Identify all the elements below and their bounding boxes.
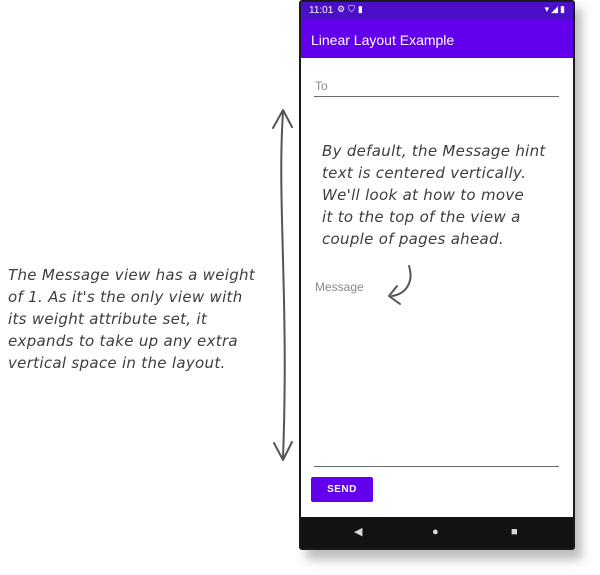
vertical-extent-arrow xyxy=(280,111,286,459)
status-time: 11:01 xyxy=(309,5,334,16)
home-icon[interactable]: ● xyxy=(432,526,439,538)
message-hint: Message xyxy=(315,280,364,294)
phone-screen: 11:01 ⚙⛉▮ ▾◢▮ Linear Layout Example To M… xyxy=(301,2,573,548)
to-field[interactable]: To xyxy=(314,78,559,97)
shield-icon: ⛉ xyxy=(348,4,358,14)
annotation-line: vertical space in the layout. xyxy=(8,354,226,372)
annotation-line: We'll look at how to move xyxy=(322,186,525,204)
annotation-line: couple of pages ahead. xyxy=(322,230,504,248)
gear-icon: ⚙ xyxy=(337,4,349,14)
annotation-message-hint: By default, the Message hint text is cen… xyxy=(322,140,562,250)
annotation-line: it to the top of the view a xyxy=(322,208,521,226)
annotation-line: The Message view has a weight xyxy=(8,266,256,284)
annotation-line: of 1. As it's the only view with xyxy=(8,288,243,306)
annotation-line: By default, the Message hint xyxy=(322,142,546,160)
status-right-icons: ▾◢▮ xyxy=(545,4,567,15)
annotation-line: expands to take up any extra xyxy=(8,332,238,350)
back-icon[interactable]: ◀ xyxy=(354,526,362,538)
to-hint: To xyxy=(315,79,328,93)
sd-card-icon: ▮ xyxy=(357,4,366,14)
annotation-line: its weight attribute set, it xyxy=(8,310,208,328)
app-title: Linear Layout Example xyxy=(311,32,455,48)
send-button[interactable]: SEND xyxy=(311,477,373,502)
nav-bar: ◀ ● ■ xyxy=(301,517,573,548)
battery-icon: ▮ xyxy=(560,4,567,14)
signal-icon: ◢ xyxy=(551,4,561,14)
arrowhead-bottom xyxy=(273,441,293,461)
app-bar: Linear Layout Example xyxy=(301,20,573,58)
recents-icon[interactable]: ■ xyxy=(511,526,518,538)
annotation-line: text is centered vertically. xyxy=(322,164,527,182)
arrowhead-top xyxy=(272,109,293,129)
annotation-weight: The Message view has a weight of 1. As i… xyxy=(8,264,258,374)
status-bar: 11:01 ⚙⛉▮ ▾◢▮ xyxy=(301,2,573,20)
phone-frame: 11:01 ⚙⛉▮ ▾◢▮ Linear Layout Example To M… xyxy=(299,0,575,550)
status-left-icons: ⚙⛉▮ xyxy=(337,4,366,15)
